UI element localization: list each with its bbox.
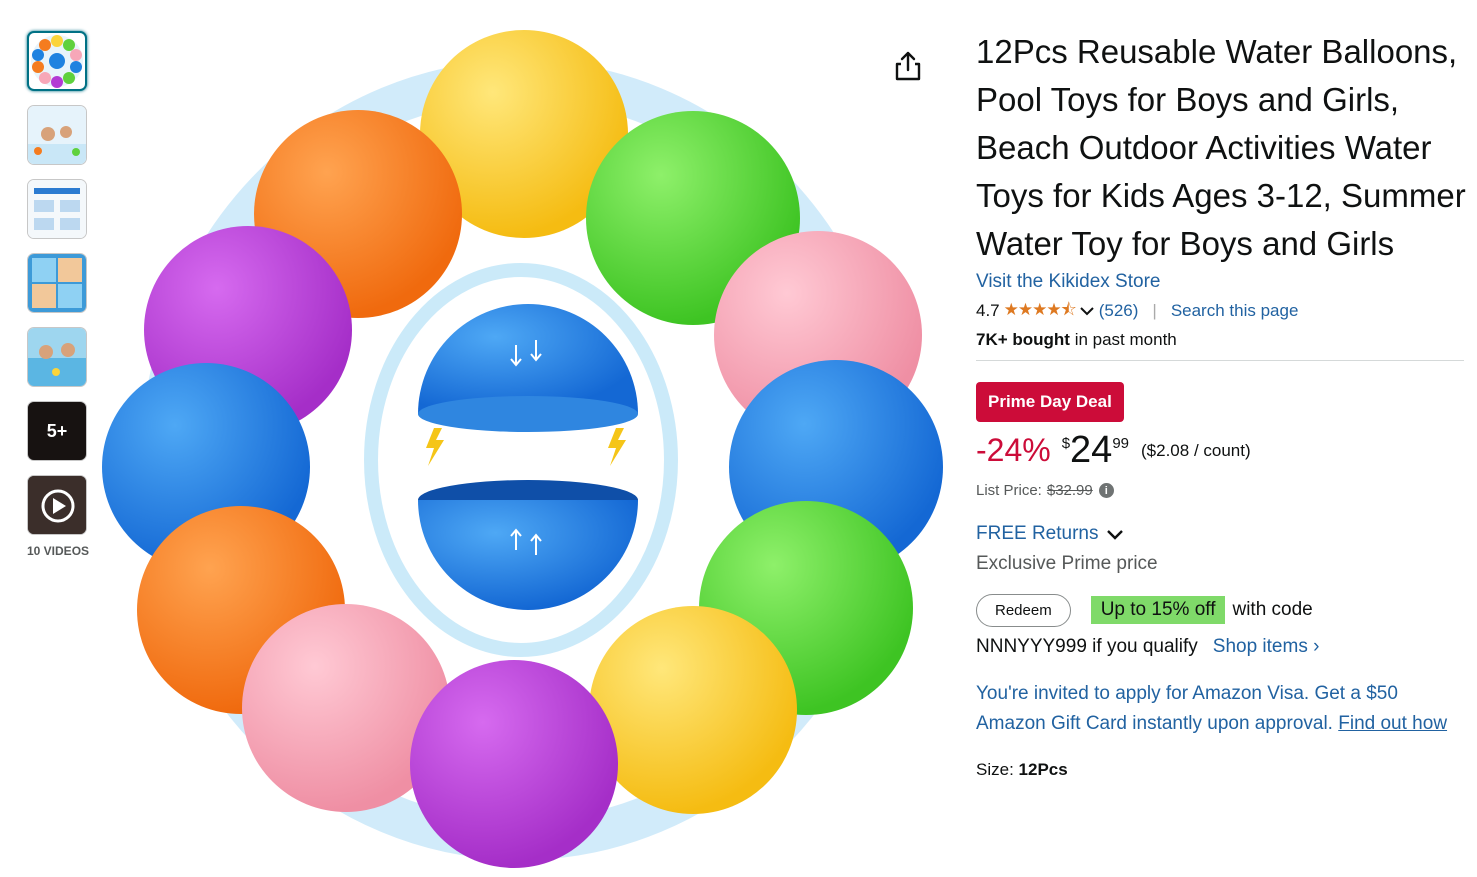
coupon-with-code: with code [1232,599,1313,620]
star-rating-icon[interactable]: ★★★★⯪ [1004,297,1077,326]
list-price-label: List Price: [976,482,1042,499]
videos-count-label: 10 VIDEOS [27,544,90,558]
info-icon[interactable]: i [1098,483,1114,498]
price-row: -24% $ 24 99 ($2.08 / count) [976,430,1466,470]
divider: | [1152,301,1157,320]
share-icon[interactable] [893,50,923,82]
size-value: 12Pcs [1018,760,1068,779]
more-images-count: 5+ [28,402,86,460]
bought-count-bold: 7K+ bought [976,330,1070,349]
section-divider [976,360,1464,361]
store-link[interactable]: Visit the Kikidex Store [976,271,1466,293]
shop-items-link[interactable]: Shop items › [1213,636,1320,658]
free-returns-label: FREE Returns [976,523,1099,544]
chevron-down-icon[interactable] [1079,305,1095,317]
product-title: 12Pcs Reusable Water Balloons, Pool Toys… [976,33,1466,262]
exclusive-price-text: Exclusive Prime price [976,553,1158,574]
list-price-row: List Price: $32.99 i [976,482,1466,499]
coupon-code-text: NNNYYY999 if you qualify [976,636,1198,657]
rating-count-link[interactable]: (526) [1099,301,1139,321]
thumbnail-2[interactable] [27,105,87,165]
deal-badge: Prime Day Deal [976,382,1124,422]
product-details: 12Pcs Reusable Water Balloons, Pool Toys… [976,28,1466,780]
price-currency: $ [1061,435,1071,452]
coupon-row: Redeem Up to 15% off with code [976,592,1466,628]
unit-price: ($2.08 / count) [1141,441,1251,460]
thumbnail-more[interactable]: 5+ [27,401,87,461]
size-row: Size: 12Pcs [976,760,1466,780]
thumbnail-main[interactable] [27,31,87,91]
find-out-how-link[interactable]: Find out how [1338,713,1447,734]
main-product-image[interactable] [96,30,956,877]
search-page-link[interactable]: Search this page [1171,301,1299,321]
free-returns-link[interactable]: FREE Returns [976,523,1466,545]
thumbnail-3[interactable] [27,179,87,239]
thumbnail-5[interactable] [27,327,87,387]
coupon-badge: Up to 15% off [1090,596,1226,624]
price-whole: 24 [1070,429,1113,471]
discount-percent: -24% [976,432,1051,468]
list-price-value: $32.99 [1046,482,1093,499]
play-icon [28,476,86,534]
redeem-button[interactable]: Redeem [976,593,1071,627]
bought-count-rest: in past month [1069,330,1177,349]
rating-value: 4.7 [976,301,1000,320]
coupon-code-row: NNNYYY999 if you qualify Shop items › [976,636,1466,658]
bought-count: 7K+ bought in past month [976,330,1466,350]
thumbnail-4[interactable] [27,253,87,313]
thumbnail-video[interactable] [27,475,87,535]
chevron-down-icon [1107,530,1124,540]
visa-offer: You're invited to apply for Amazon Visa.… [976,679,1464,739]
rating-row: 4.7 ★★★★⯪ (526) | Search this page [976,299,1466,323]
size-label: Size: [976,760,1014,779]
visa-offer-text: You're invited to apply for Amazon Visa.… [976,683,1398,734]
price-fraction: 99 [1112,435,1130,452]
